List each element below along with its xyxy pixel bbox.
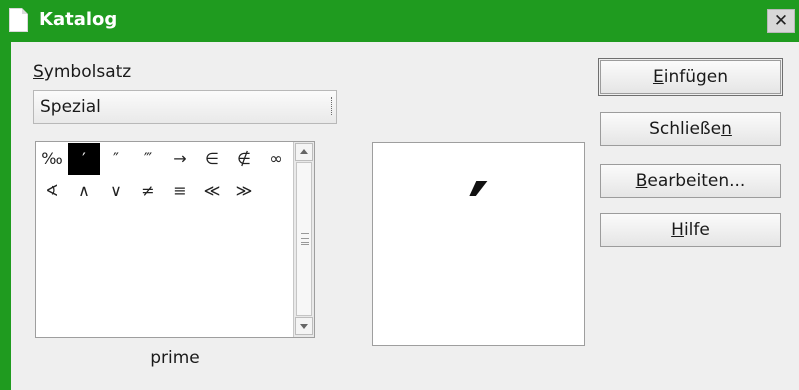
help-label: ilfe xyxy=(683,220,710,240)
edit-label: earbeiten... xyxy=(647,171,746,191)
symbol-grid: ‰ ′ ″ ‴ → ∈ ∉ ∞ ∢ ∧ ∨ ≠ ≡ ≪ ≫ xyxy=(36,142,293,337)
insert-button[interactable]: Einfügen xyxy=(598,58,783,96)
dropdown-handle-icon xyxy=(331,97,333,115)
symbol-cell[interactable]: ′ xyxy=(68,143,100,175)
symbol-cell[interactable]: ≫ xyxy=(228,175,260,207)
symbol-grid-panel: ‰ ′ ″ ‴ → ∈ ∉ ∞ ∢ ∧ ∨ ≠ ≡ ≪ ≫ xyxy=(35,141,315,338)
symbol-cell[interactable]: ‴ xyxy=(132,143,164,175)
symbol-cell[interactable]: ∢ xyxy=(36,175,68,207)
symbol-set-label-mnemonic: S xyxy=(33,62,44,82)
insert-label: infügen xyxy=(663,67,729,87)
help-mnemonic: H xyxy=(671,220,684,240)
symbol-cell[interactable]: ‰ xyxy=(36,143,68,175)
dialog-body: Symbolsatz Spezial ‰ ′ ″ ‴ → ∈ ∉ ∞ ∢ ∧ ∨ ≠ ≡ ≪ ≫ prime… xyxy=(11,42,799,390)
window-frame xyxy=(0,42,11,390)
window-title: Katalog xyxy=(39,9,118,30)
symbol-cell[interactable]: ∉ xyxy=(228,143,260,175)
insert-mnemonic: E xyxy=(652,67,664,87)
close-button[interactable]: Schließen xyxy=(600,112,781,146)
symbol-cell[interactable]: ≪ xyxy=(196,175,228,207)
symbol-cell[interactable]: ∞ xyxy=(260,143,292,175)
close-window-button[interactable]: ✕ xyxy=(767,9,795,33)
symbol-grid-scrollbar[interactable] xyxy=(293,142,314,337)
symbol-set-label-text: ymbolsatz xyxy=(43,62,132,82)
help-button[interactable]: Hilfe xyxy=(600,213,781,247)
symbol-cell[interactable]: ≡ xyxy=(164,175,196,207)
symbol-cell[interactable]: ∨ xyxy=(100,175,132,207)
symbol-set-value: Spezial xyxy=(40,97,101,117)
scroll-thumb[interactable] xyxy=(296,162,312,316)
symbol-set-label: Symbolsatz xyxy=(33,62,131,82)
preview-symbol: ′ xyxy=(467,165,490,261)
scroll-up-icon[interactable] xyxy=(295,143,313,161)
grip-icon xyxy=(301,233,309,245)
close-label: Schließe xyxy=(649,119,722,139)
symbol-preview: ′ xyxy=(372,142,585,346)
symbol-cell[interactable]: ∧ xyxy=(68,175,100,207)
scroll-down-icon[interactable] xyxy=(295,317,313,335)
symbol-cell[interactable]: ″ xyxy=(100,143,132,175)
symbol-cell[interactable]: ≠ xyxy=(132,175,164,207)
document-icon xyxy=(9,8,28,32)
edit-button[interactable]: Bearbeiten... xyxy=(600,164,781,198)
selected-symbol-name: prime xyxy=(150,348,200,368)
close-mnemonic: n xyxy=(721,119,732,139)
symbol-set-dropdown[interactable]: Spezial xyxy=(33,90,337,124)
symbol-cell[interactable]: ∈ xyxy=(196,143,228,175)
symbol-cell[interactable]: → xyxy=(164,143,196,175)
edit-mnemonic: B xyxy=(635,171,648,191)
title-bar: Katalog ✕ xyxy=(0,0,799,42)
catalog-dialog: Katalog ✕ Symbolsatz Spezial ‰ ′ ″ ‴ → ∈ ∉ ∞ ∢ ∧ ∨… xyxy=(0,0,799,390)
